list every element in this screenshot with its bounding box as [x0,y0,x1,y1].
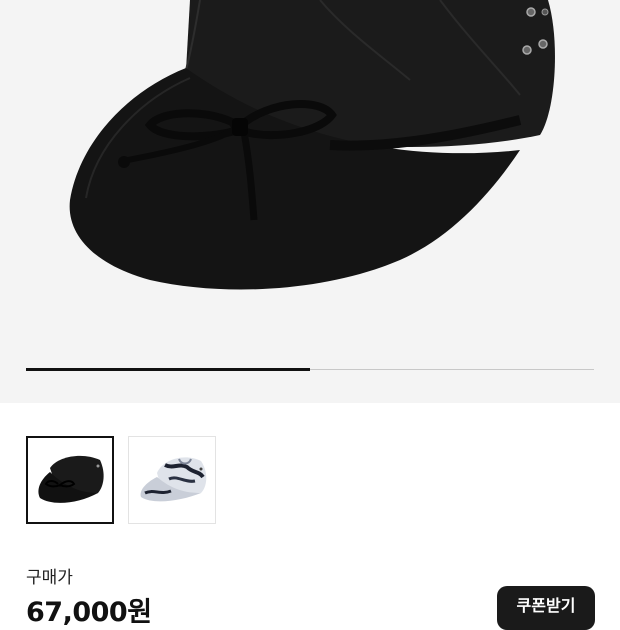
product-image-carousel[interactable] [0,0,620,403]
carousel-progress-indicator [26,368,310,371]
thumbnail-black-cap[interactable] [26,436,114,524]
get-coupon-button[interactable]: 쿠폰받기 [497,586,595,630]
tie-dye-cap-thumbnail-image [140,457,207,502]
thumbnail-tie-dye-cap[interactable] [128,436,216,524]
product-main-image [69,0,555,290]
carousel-progress-track [26,368,594,371]
price-label: 구매가 [26,568,73,588]
price-value: 67,000원 [26,597,152,628]
black-cap-thumbnail-image [38,455,104,503]
